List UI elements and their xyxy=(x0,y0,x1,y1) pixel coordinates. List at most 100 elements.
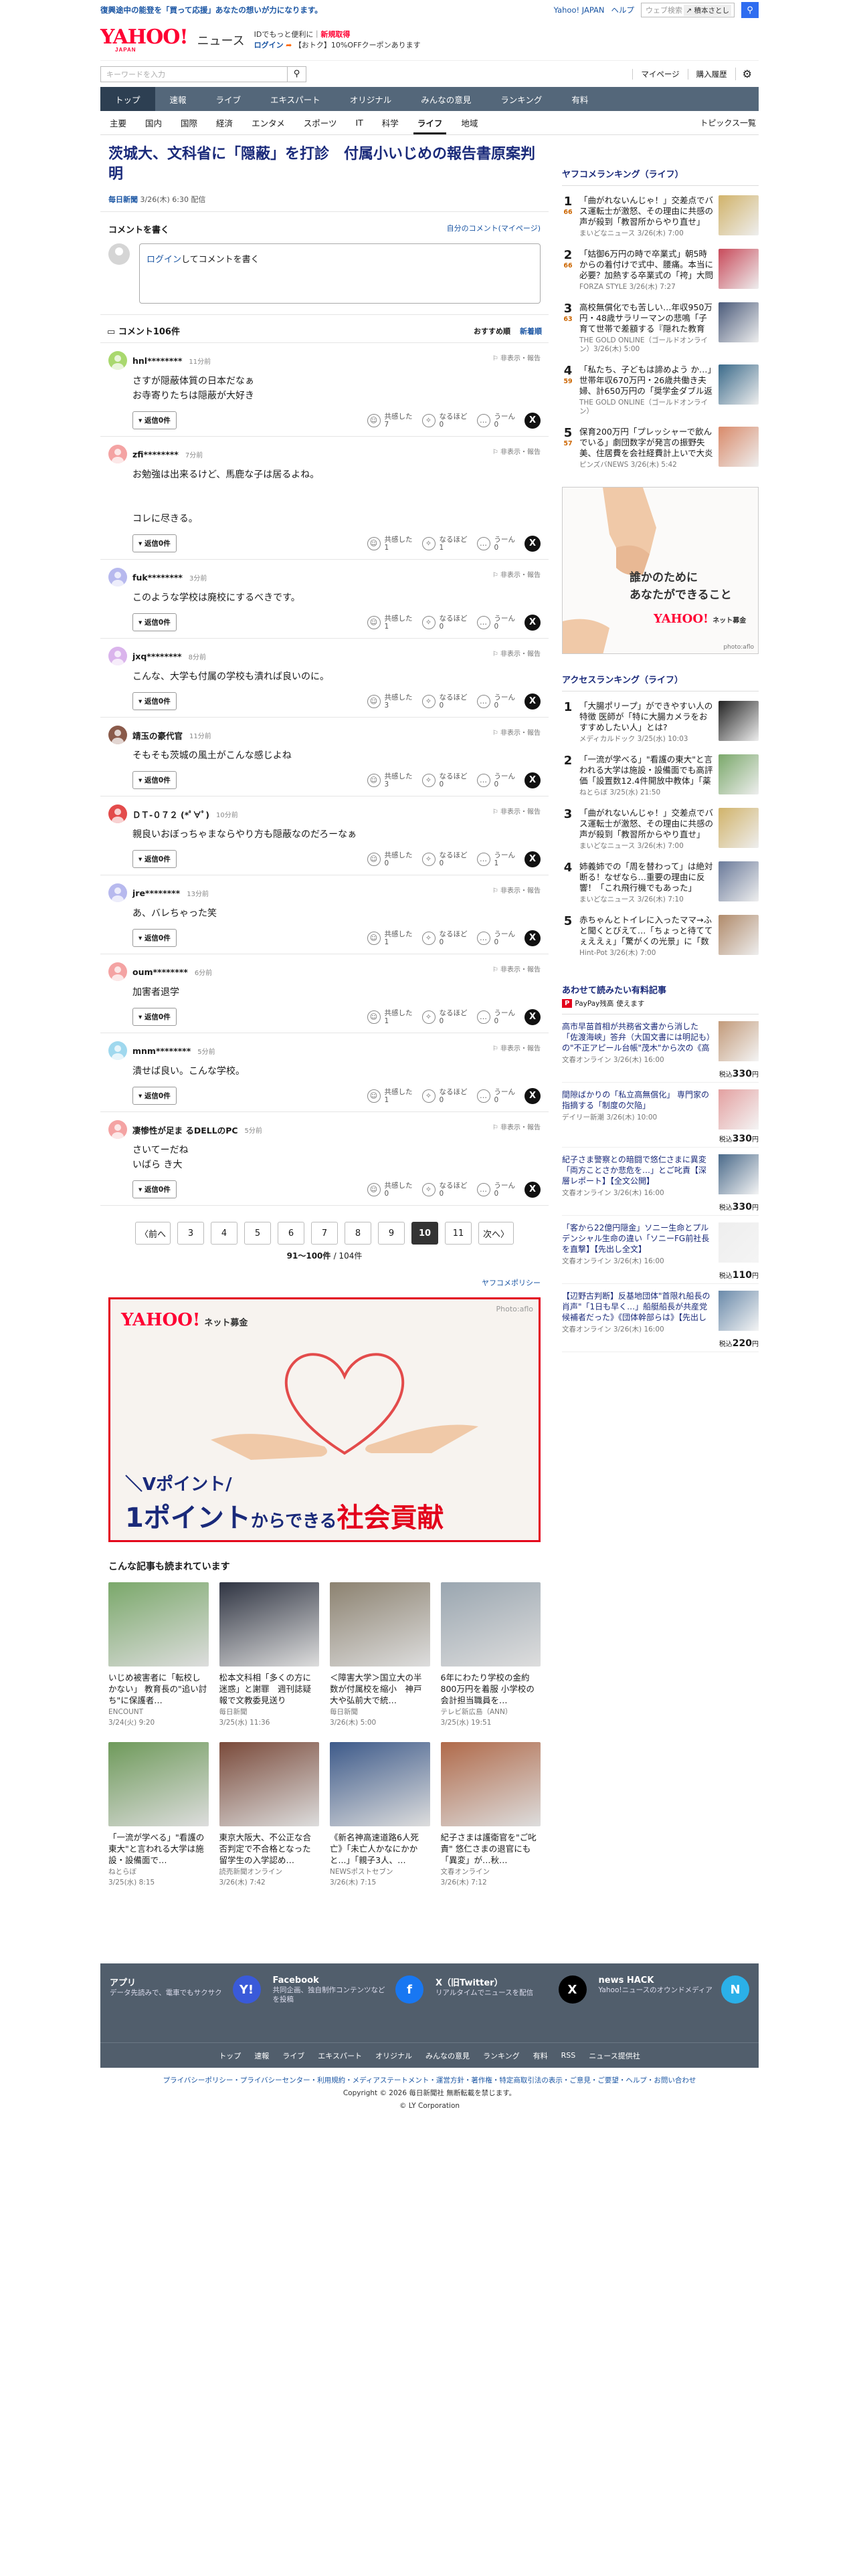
signup-link[interactable]: 新規取得 xyxy=(320,30,350,39)
gnav-top[interactable]: トップ xyxy=(100,87,155,111)
empathy-button[interactable]: ☺ 共感した 3 xyxy=(367,693,413,710)
yahoo-japan-link[interactable]: Yahoo! JAPAN xyxy=(554,5,605,15)
reply-button[interactable]: ▾ 返信0件 xyxy=(132,1008,177,1026)
report-link[interactable]: ⚐ 非表示・報告 xyxy=(492,648,541,658)
pager-next[interactable]: 次へ〉 xyxy=(478,1222,514,1245)
um-button[interactable]: … うーん 0 xyxy=(476,1088,515,1104)
web-search-button[interactable]: ⚲ xyxy=(741,2,759,18)
empathy-button[interactable]: ☺ 共感した 1 xyxy=(367,1009,413,1025)
x-share-icon[interactable]: X xyxy=(524,614,541,631)
footer-nav-link[interactable]: ライブ xyxy=(282,2050,304,2061)
gnav-expert[interactable]: エキスパート xyxy=(256,87,335,111)
footer-nav-link[interactable]: ニュース提供社 xyxy=(589,2050,640,2061)
report-link[interactable]: ⚐ 非表示・報告 xyxy=(492,352,541,362)
comment-author[interactable]: hnl******** xyxy=(132,356,182,366)
empathy-button[interactable]: ☺ 共感した 1 xyxy=(367,1088,413,1104)
comment-policy-link[interactable]: ヤフコメポリシー xyxy=(100,1273,549,1292)
um-button[interactable]: … うーん 0 xyxy=(476,1009,515,1025)
cat-domestic[interactable]: 国内 xyxy=(136,111,171,134)
reply-button[interactable]: ▾ 返信0件 xyxy=(132,1180,177,1198)
report-link[interactable]: ⚐ 非表示・報告 xyxy=(492,806,541,816)
comment-author[interactable]: mnm******** xyxy=(132,1046,191,1056)
keyword-search-input[interactable]: キーワードを入力 xyxy=(100,66,288,82)
naruhodo-button[interactable]: ✧ なるほど 1 xyxy=(421,536,468,552)
related-card[interactable]: ＜障害大学＞国立大の半数が付属校を縮小 神戸大や弘前大で統… 毎日新聞 3/26(木… xyxy=(330,1582,430,1727)
gnav-ranking[interactable]: ランキング xyxy=(486,87,557,111)
sort-recommended[interactable]: おすすめ順 xyxy=(474,326,510,336)
my-comments-link[interactable]: 自分のコメント(マイページ) xyxy=(447,223,541,235)
pager-prev[interactable]: 〈前へ xyxy=(134,1222,171,1245)
related-card[interactable]: 松本文科相「多くの方に迷惑」と謝罪 週刊誌疑報で文教委見送り 毎日新聞 3/25(水… xyxy=(219,1582,319,1727)
footer-newshack[interactable]: news HACK Yahoo!ニュースのオウンドメディア N xyxy=(599,1975,749,2042)
related-card[interactable]: いじめ被害者に「転校しかない」 教育長の"追い討ち"に保護者… ENCOUNT 3/… xyxy=(108,1582,209,1727)
reply-button[interactable]: ▾ 返信0件 xyxy=(132,850,177,868)
empathy-button[interactable]: ☺ 共感した 3 xyxy=(367,772,413,788)
naruhodo-button[interactable]: ✧ なるほど 0 xyxy=(421,930,468,946)
comment-author[interactable]: 靖玉の豪代官 xyxy=(132,729,183,742)
x-share-icon[interactable]: X xyxy=(524,412,541,429)
topics-list-link[interactable]: トピックス一覧 xyxy=(700,111,759,134)
pager-page[interactable]: 4 xyxy=(211,1222,237,1245)
ranking-item[interactable]: 4 姉義姉での「周を替わって」は絶対断る！なぜなら…重要の理由に反響！「これ飛行機… xyxy=(562,856,759,909)
x-share-icon[interactable]: X xyxy=(524,930,541,946)
pager-page[interactable]: 5 xyxy=(244,1222,271,1245)
ranking-item[interactable]: 5 57 保育200万円「プレッシャーで飲んでいる」劇団数字が発言の振野失美、住居費… xyxy=(562,421,759,475)
empathy-button[interactable]: ☺ 共感した 7 xyxy=(367,413,413,429)
um-button[interactable]: … うーん 0 xyxy=(476,536,515,552)
cat-life[interactable]: ライフ xyxy=(408,111,452,134)
naruhodo-button[interactable]: ✧ なるほど 0 xyxy=(421,772,468,788)
legal-links[interactable]: プライバシーポリシー・プライバシーセンター・利用規約・メディアステートメント・運… xyxy=(0,2074,859,2087)
reply-button[interactable]: ▾ 返信0件 xyxy=(132,929,177,947)
report-link[interactable]: ⚐ 非表示・報告 xyxy=(492,446,541,456)
ranking-item[interactable]: 2 66 「姑御6万円の時で卒業式」朝5時からの着付けで式中、腰痛。本当に必要？加熱… xyxy=(562,243,759,297)
ranking-item[interactable]: 3 「曲がれないんじゃ！」交差点でバス運転士が激怒、その理由に共感の声が殺到「教習… xyxy=(562,802,759,856)
pager-current-page[interactable]: 10 xyxy=(411,1222,438,1245)
news-brand[interactable]: ニュース xyxy=(197,31,245,49)
cat-main[interactable]: 主要 xyxy=(100,111,136,134)
um-button[interactable]: … うーん 0 xyxy=(476,413,515,429)
comment-author[interactable]: zfi******** xyxy=(132,449,179,459)
paid-item[interactable]: 間隙ばかりの「私立高無償化」 専門家の指摘する「制度の欠陥」 デイリー新潮 3/2… xyxy=(562,1083,759,1148)
empathy-button[interactable]: ☺ 共感した 0 xyxy=(367,851,413,867)
comment-author[interactable]: ＤＴ-０７２ (*ﾟ∀ﾟ) xyxy=(132,808,209,821)
comment-author[interactable]: fuk******** xyxy=(132,572,183,582)
naruhodo-button[interactable]: ✧ なるほど 0 xyxy=(421,851,468,867)
article-source[interactable]: 毎日新聞 xyxy=(108,195,138,204)
x-share-icon[interactable]: X xyxy=(524,1181,541,1198)
related-card[interactable]: 「一流が学べる」"看護の東大"と言われる大学は施設・設備面で… ねとらぼ 3/25(… xyxy=(108,1742,209,1887)
ranking-item[interactable]: 1 66 「曲がれないんじゃ！」交差点でバス運転士が激怒、その理由に共感の声が殺到「… xyxy=(562,190,759,243)
pager-page[interactable]: 3 xyxy=(177,1222,204,1245)
ranking-item[interactable]: 2 「一流が学べる」"看護の東大"と言われる大学は施設・設備面でも高評価「設置数1… xyxy=(562,749,759,802)
ranking-item[interactable]: 1 「大腸ポリープ」ができやすい人の特徴 医師が「特に大腸カメラをおすすめしたい人… xyxy=(562,695,759,749)
comment-author[interactable]: jre******** xyxy=(132,888,180,898)
reply-button[interactable]: ▾ 返信0件 xyxy=(132,411,177,429)
ad-banner-donation[interactable]: YAHOO! ネット募金 Photo:aflo ＼Vポイント/ 1ポイントからでき… xyxy=(108,1297,541,1542)
cat-world[interactable]: 国際 xyxy=(171,111,207,134)
gnav-opinion[interactable]: みんなの意見 xyxy=(406,87,486,111)
um-button[interactable]: … うーん 1 xyxy=(476,851,515,867)
reply-button[interactable]: ▾ 返信0件 xyxy=(132,692,177,710)
paid-item[interactable]: 高市早苗首相が共務省文書から消した「佐渡海峡」答弁（大国文書には明記も）の"不正… xyxy=(562,1014,759,1083)
cat-sports[interactable]: スポーツ xyxy=(294,111,347,134)
footer-nav-link[interactable]: エキスパート xyxy=(318,2050,362,2061)
report-link[interactable]: ⚐ 非表示・報告 xyxy=(492,727,541,737)
paid-item[interactable]: 紀子さま警察との暗闘で悠仁さまに異変「両方ことさか悲危を…」とご叱責【深層レポー… xyxy=(562,1148,759,1216)
empathy-button[interactable]: ☺ 共感した 1 xyxy=(367,930,413,946)
um-button[interactable]: … うーん 0 xyxy=(476,693,515,710)
um-button[interactable]: … うーん 0 xyxy=(476,615,515,631)
x-share-icon[interactable]: X xyxy=(524,535,541,552)
yahoo-logo[interactable]: YAHOO! JAPAN xyxy=(100,27,189,53)
footer-x[interactable]: X（旧Twitter） リアルタイムでニュースを配信 X xyxy=(436,1975,587,2042)
report-link[interactable]: ⚐ 非表示・報告 xyxy=(492,1043,541,1053)
related-card[interactable]: 6年にわたり学校の金約800万円を着服 小学校の会計担当職員を… テレビ新広島（A… xyxy=(440,1582,541,1727)
ad-banner-side[interactable]: 誰かのために あなたができること YAHOO! ネット募金 photo:aflo xyxy=(562,487,759,654)
naruhodo-button[interactable]: ✧ なるほど 0 xyxy=(421,615,468,631)
gnav-paid[interactable]: 有料 xyxy=(557,87,603,111)
naruhodo-button[interactable]: ✧ なるほど 0 xyxy=(421,1009,468,1025)
cat-it[interactable]: IT xyxy=(346,111,372,134)
x-share-icon[interactable]: X xyxy=(524,1008,541,1025)
x-share-icon[interactable]: X xyxy=(524,693,541,710)
reply-button[interactable]: ▾ 返信0件 xyxy=(132,613,177,631)
report-link[interactable]: ⚐ 非表示・報告 xyxy=(492,885,541,895)
sort-newest[interactable]: 新着順 xyxy=(520,326,542,336)
